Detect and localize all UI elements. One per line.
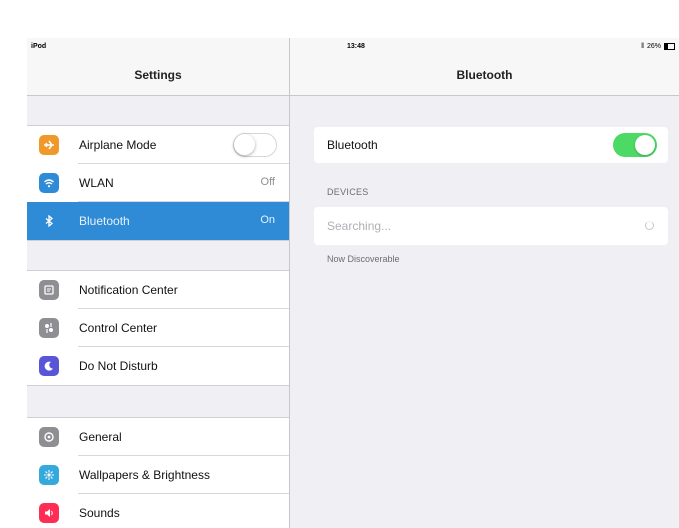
status-time: 13:48 [347, 43, 365, 50]
battery-percent: 26% [646, 43, 661, 50]
devices-list-row: Searching... [314, 207, 668, 245]
bluetooth-toggle-row: Bluetooth [314, 127, 668, 163]
wlan-status-value: Off [260, 176, 275, 188]
airplane-icon [39, 135, 59, 155]
settings-item-label: Sounds [79, 506, 120, 520]
settings-item-label: Notification Center [79, 283, 178, 297]
settings-item-do-not-disturb[interactable]: Do Not Disturb [27, 347, 289, 385]
gear-icon [39, 427, 59, 447]
settings-item-label: Airplane Mode [79, 138, 157, 152]
do-not-disturb-icon [39, 356, 59, 376]
ipad-screen: Settings Airplane Mode WLAN Off Bluetoot… [27, 38, 679, 528]
settings-item-label: Wallpapers & Brightness [79, 468, 210, 482]
bluetooth-toggle[interactable] [613, 133, 657, 157]
bluetooth-icon [39, 211, 59, 231]
searching-status: Searching... [327, 219, 392, 233]
wifi-icon [39, 173, 59, 193]
status-bar: iPod 13:48 ‖ 26% [27, 38, 679, 56]
settings-item-bluetooth[interactable]: Bluetooth On [27, 202, 289, 240]
sounds-icon [39, 503, 59, 523]
settings-item-airplane-mode[interactable]: Airplane Mode [27, 126, 289, 164]
settings-item-wlan[interactable]: WLAN Off [27, 164, 289, 202]
bluetooth-toggle-label: Bluetooth [327, 138, 378, 152]
settings-group-connectivity: Airplane Mode WLAN Off Bluetooth On [27, 125, 289, 241]
devices-section-header: DEVICES [327, 187, 369, 197]
settings-item-label: Do Not Disturb [79, 359, 158, 373]
wallpaper-icon [39, 465, 59, 485]
settings-item-label: WLAN [79, 176, 114, 190]
device-name: iPod [31, 43, 47, 50]
settings-item-label: Bluetooth [79, 214, 130, 228]
settings-item-control-center[interactable]: Control Center [27, 309, 289, 347]
settings-item-label: Control Center [79, 321, 158, 335]
settings-item-sounds[interactable]: Sounds [27, 494, 289, 528]
settings-title: Settings [134, 68, 182, 82]
bluetooth-detail-pane: Bluetooth Bluetooth DEVICES Searching...… [290, 38, 679, 528]
battery-icon [664, 43, 675, 50]
notification-center-icon [39, 280, 59, 300]
settings-item-general[interactable]: General [27, 418, 289, 456]
status-right: ‖ 26% [641, 43, 675, 50]
bluetooth-status-value: On [260, 214, 275, 226]
airplane-mode-toggle[interactable] [233, 133, 277, 157]
settings-item-label: General [79, 430, 122, 444]
bluetooth-status-icon: ‖ [641, 43, 644, 50]
settings-item-wallpapers-brightness[interactable]: Wallpapers & Brightness [27, 456, 289, 494]
settings-sidebar: Settings Airplane Mode WLAN Off Bluetoot… [27, 38, 290, 528]
control-center-icon [39, 318, 59, 338]
settings-group-general: General Wallpapers & Brightness Sounds [27, 417, 289, 528]
spinner-icon [645, 221, 654, 230]
discoverable-note: Now Discoverable [327, 254, 400, 264]
settings-item-notification-center[interactable]: Notification Center [27, 271, 289, 309]
settings-group-notifications: Notification Center Control Center Do No… [27, 270, 289, 386]
bluetooth-page-title: Bluetooth [456, 68, 513, 82]
